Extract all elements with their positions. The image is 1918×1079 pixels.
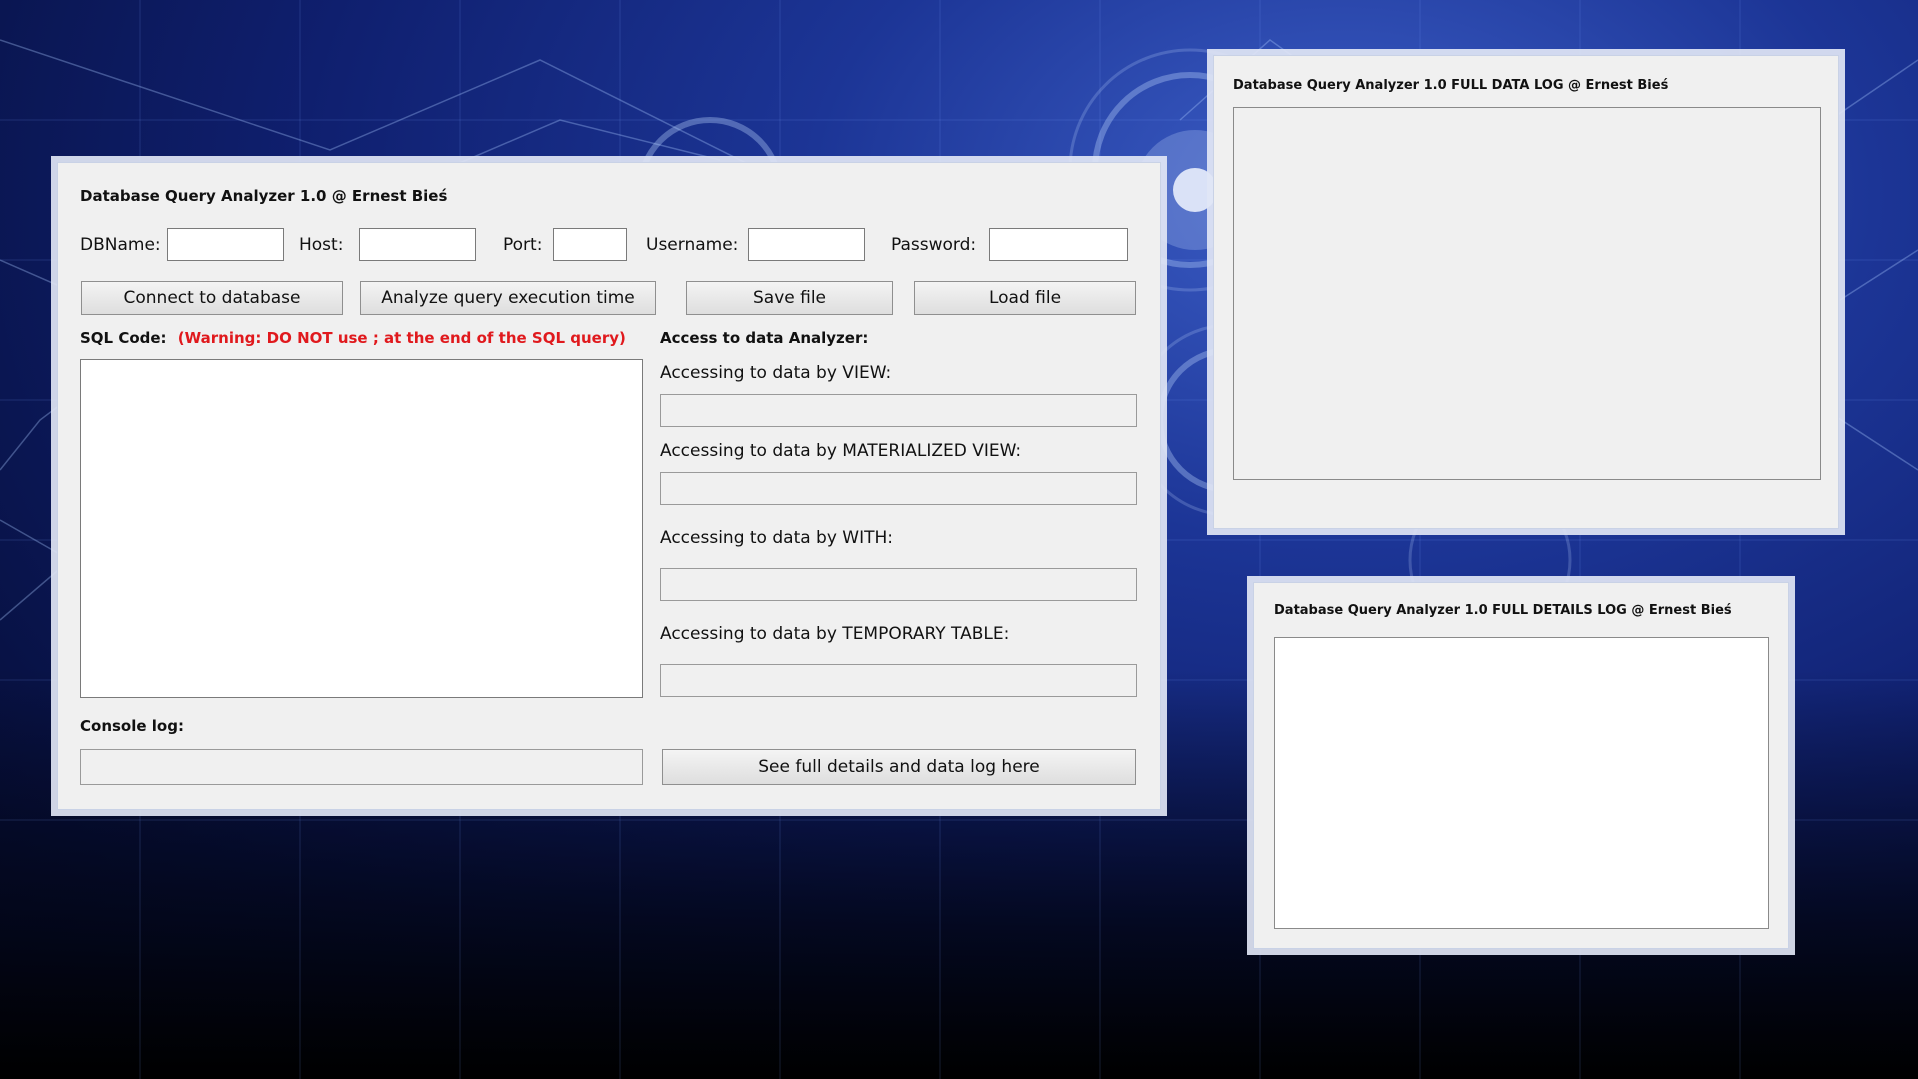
- dbname-input[interactable]: [167, 228, 284, 261]
- load-file-button[interactable]: Load file: [914, 281, 1136, 315]
- main-window: Database Query Analyzer 1.0 @ Ernest Bie…: [57, 162, 1161, 810]
- view-result-field: [660, 394, 1137, 427]
- username-label: Username:: [646, 235, 739, 255]
- port-input[interactable]: [553, 228, 627, 261]
- view-label: Accessing to data by VIEW:: [660, 363, 892, 383]
- see-full-details-button[interactable]: See full details and data log here: [662, 749, 1136, 785]
- details-log-window: Database Query Analyzer 1.0 FULL DETAILS…: [1253, 582, 1789, 949]
- host-input[interactable]: [359, 228, 476, 261]
- sql-warning-text: (Warning: DO NOT use ; at the end of the…: [177, 329, 626, 347]
- port-label: Port:: [503, 235, 543, 255]
- materialized-view-result-field: [660, 472, 1137, 505]
- with-result-field: [660, 568, 1137, 601]
- console-log-label: Console log:: [80, 717, 184, 735]
- console-log-field: [80, 749, 643, 785]
- details-log-area[interactable]: [1274, 637, 1769, 929]
- sql-code-textarea[interactable]: [80, 359, 643, 698]
- details-log-window-title: Database Query Analyzer 1.0 FULL DETAILS…: [1274, 603, 1732, 618]
- temporary-table-result-field: [660, 664, 1137, 697]
- password-label: Password:: [891, 235, 977, 255]
- username-input[interactable]: [748, 228, 865, 261]
- access-analyzer-heading: Access to data Analyzer:: [660, 329, 869, 347]
- password-input[interactable]: [989, 228, 1128, 261]
- host-label: Host:: [299, 235, 344, 255]
- main-window-title: Database Query Analyzer 1.0 @ Ernest Bie…: [80, 187, 448, 205]
- sql-code-label-text: SQL Code:: [80, 329, 167, 347]
- data-log-window: Database Query Analyzer 1.0 FULL DATA LO…: [1213, 55, 1839, 529]
- analyze-query-button[interactable]: Analyze query execution time: [360, 281, 656, 315]
- dbname-label: DBName:: [80, 235, 161, 255]
- data-log-area[interactable]: [1233, 107, 1821, 480]
- desktop-background: Database Query Analyzer 1.0 @ Ernest Bie…: [0, 0, 1918, 1079]
- data-log-window-title: Database Query Analyzer 1.0 FULL DATA LO…: [1233, 78, 1669, 93]
- save-file-button[interactable]: Save file: [686, 281, 893, 315]
- materialized-view-label: Accessing to data by MATERIALIZED VIEW:: [660, 441, 1022, 461]
- connect-database-button[interactable]: Connect to database: [81, 281, 343, 315]
- sql-code-label: SQL Code: (Warning: DO NOT use ; at the …: [80, 329, 626, 347]
- temporary-table-label: Accessing to data by TEMPORARY TABLE:: [660, 624, 1010, 644]
- with-label: Accessing to data by WITH:: [660, 528, 894, 548]
